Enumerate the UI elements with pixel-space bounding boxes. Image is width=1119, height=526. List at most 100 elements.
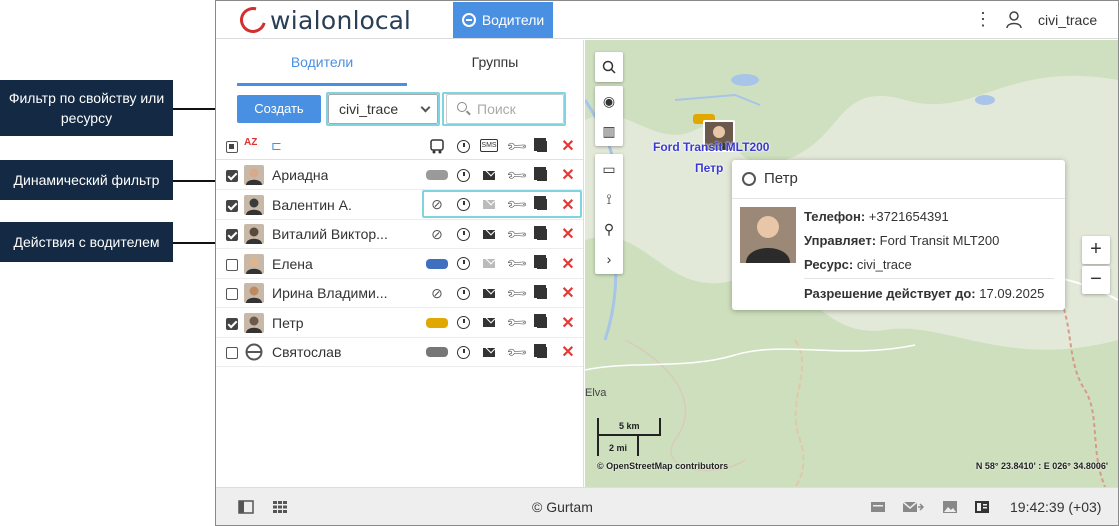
wrench-column-icon[interactable]: 🔧︎	[505, 134, 529, 158]
delete-icon[interactable]: ✕	[559, 225, 577, 243]
message-icon[interactable]	[480, 225, 498, 243]
unlinked-icon[interactable]: ⊘	[431, 226, 443, 243]
notifications-icon[interactable]	[870, 500, 886, 514]
vehicle-icon[interactable]	[426, 258, 448, 269]
sort-az-icon[interactable]: AZ	[244, 138, 257, 148]
tab-groups[interactable]: Группы	[410, 40, 580, 86]
route-icon[interactable]: ⟟	[595, 184, 623, 214]
delete-all-icon[interactable]: ✕	[559, 137, 577, 155]
driver-row[interactable]: Петр 🔧︎ ✕	[216, 309, 583, 338]
map-layers-icon[interactable]: ▥	[595, 116, 623, 146]
geofence-icon[interactable]: ⚲	[595, 214, 623, 244]
driver-name[interactable]: Святослав	[272, 344, 341, 360]
map-search-icon[interactable]	[595, 52, 623, 82]
copy-icon[interactable]	[533, 343, 551, 361]
message-icon[interactable]	[480, 284, 498, 302]
row-checkbox[interactable]	[226, 317, 238, 330]
display-mode-icon[interactable]	[974, 500, 990, 514]
grid-icon[interactable]	[272, 500, 288, 514]
unlinked-icon[interactable]: ⊘	[431, 285, 443, 302]
vehicle-icon[interactable]	[426, 170, 448, 180]
wrench-icon[interactable]: 🔧︎	[505, 222, 529, 246]
clock-icon[interactable]	[454, 343, 472, 361]
vehicle-cell[interactable]	[424, 343, 450, 361]
map-attribution[interactable]: © OpenStreetMap contributors	[597, 461, 728, 471]
panel-toggle-icon[interactable]	[238, 500, 254, 514]
wrench-icon[interactable]: 🔧︎	[505, 340, 529, 364]
delete-icon[interactable]: ✕	[559, 255, 577, 273]
copy-icon[interactable]	[533, 314, 551, 332]
driver-name[interactable]: Валентин А.	[272, 197, 352, 213]
ruler-icon[interactable]: ▭	[595, 154, 623, 184]
nav-drivers-button[interactable]: Водители	[453, 2, 553, 38]
vehicle-icon[interactable]	[426, 317, 448, 328]
select-all-checkbox[interactable]	[226, 141, 238, 153]
eye-icon[interactable]: ◉	[595, 86, 623, 116]
driver-name[interactable]: Елена	[272, 256, 313, 272]
gallery-icon[interactable]	[942, 500, 958, 514]
clock-icon[interactable]	[454, 255, 472, 273]
delete-icon[interactable]: ✕	[559, 284, 577, 302]
filter-select[interactable]: civi_trace	[328, 94, 438, 124]
map-view[interactable]: ◉ ▥ ▭ ⟟ ⚲ › + − Ford Transit MLT200 Петр…	[585, 40, 1118, 487]
clock-icon[interactable]	[454, 225, 472, 243]
driver-row[interactable]: Святослав 🔧︎ ✕	[216, 338, 583, 367]
user-icon[interactable]	[1006, 11, 1022, 29]
vehicle-column-icon[interactable]	[424, 137, 450, 155]
more-menu-icon[interactable]: ⋮	[974, 10, 992, 28]
chevron-right-icon[interactable]: ›	[595, 244, 623, 274]
row-checkbox[interactable]	[226, 170, 238, 182]
messages-icon[interactable]	[902, 500, 924, 514]
username[interactable]: civi_trace	[1038, 12, 1097, 28]
copy-column-icon[interactable]	[533, 137, 551, 155]
vehicle-cell[interactable]	[424, 255, 450, 273]
vehicle-cell[interactable]	[424, 166, 450, 184]
vehicle-cell[interactable]: ⊘	[424, 284, 450, 302]
driver-row[interactable]: Ирина Владими... ⊘ 🔧︎ ✕	[216, 279, 583, 308]
driver-name[interactable]: Ариадна	[272, 167, 328, 183]
wrench-icon[interactable]: 🔧︎	[505, 251, 529, 275]
zoom-out-button[interactable]: −	[1082, 266, 1110, 294]
copy-icon[interactable]	[533, 255, 551, 273]
row-checkbox[interactable]	[226, 288, 238, 300]
message-icon[interactable]	[480, 314, 498, 332]
copy-icon[interactable]	[533, 284, 551, 302]
sms-column-icon[interactable]: SMS	[480, 139, 498, 152]
delete-icon[interactable]: ✕	[559, 166, 577, 184]
message-icon[interactable]	[480, 255, 498, 273]
wrench-icon[interactable]: 🔧︎	[505, 281, 529, 305]
copy-icon[interactable]	[533, 225, 551, 243]
driver-name[interactable]: Петр	[272, 315, 304, 331]
driver-row[interactable]: Елена 🔧︎ ✕	[216, 250, 583, 279]
create-button[interactable]: Создать	[237, 95, 321, 123]
copyright: © Gurtam	[532, 499, 593, 515]
vehicle-icon[interactable]	[426, 347, 448, 357]
driver-row[interactable]: Виталий Виктор... ⊘ 🔧︎ ✕	[216, 220, 583, 249]
clock-column-icon[interactable]	[454, 137, 472, 155]
tab-drivers[interactable]: Водители	[237, 40, 407, 86]
row-checkbox[interactable]	[226, 258, 238, 271]
clock-icon[interactable]	[454, 166, 472, 184]
delete-icon[interactable]: ✕	[559, 343, 577, 361]
message-icon[interactable]	[480, 166, 498, 184]
wrench-icon[interactable]: 🔧︎	[505, 163, 529, 187]
row-checkbox[interactable]	[226, 199, 238, 212]
driver-name[interactable]: Ирина Владими...	[272, 285, 387, 301]
delete-icon[interactable]: ✕	[559, 314, 577, 332]
vehicle-cell[interactable]	[424, 314, 450, 332]
search-input[interactable]: Поиск	[446, 94, 564, 124]
wrench-icon[interactable]: 🔧︎	[505, 310, 529, 334]
driver-popup: Петр Телефон: +3721654391 Управляет: For…	[732, 160, 1065, 310]
copy-icon[interactable]	[533, 166, 551, 184]
vehicle-cell[interactable]: ⊘	[424, 225, 450, 243]
popup-header: Петр	[742, 170, 798, 187]
message-icon[interactable]	[480, 343, 498, 361]
clock-icon[interactable]	[454, 284, 472, 302]
driver-name[interactable]: Виталий Виктор...	[272, 226, 388, 242]
hierarchy-icon[interactable]: ⊏	[271, 138, 282, 154]
row-checkbox[interactable]	[226, 347, 238, 359]
row-checkbox[interactable]	[226, 229, 238, 241]
driver-row[interactable]: Ариадна 🔧︎ ✕	[216, 161, 583, 190]
zoom-in-button[interactable]: +	[1082, 236, 1110, 264]
clock-icon[interactable]	[454, 314, 472, 332]
